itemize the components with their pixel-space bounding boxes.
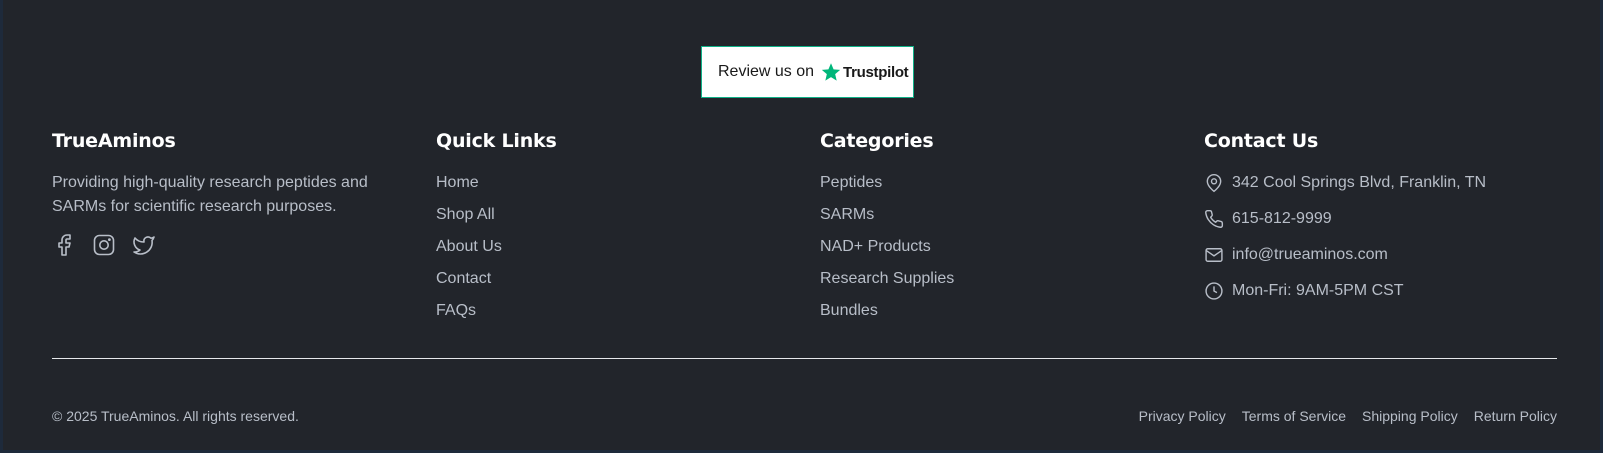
contact-hours-text: Mon-Fri: 9AM-5PM CST xyxy=(1232,282,1404,299)
trustpilot-brand: Trustpilot xyxy=(843,63,909,81)
quick-links-title: Quick Links xyxy=(436,130,557,152)
category-bundles[interactable]: Bundles xyxy=(820,300,954,332)
social-links xyxy=(52,233,392,257)
contact-address: 342 Cool Springs Blvd, Franklin, TN xyxy=(1204,172,1486,208)
map-pin-icon xyxy=(1204,173,1224,193)
quick-link-faqs[interactable]: FAQs xyxy=(436,300,557,332)
instagram-icon[interactable] xyxy=(92,233,116,257)
quick-link-shop-all[interactable]: Shop All xyxy=(436,204,557,236)
category-research-supplies[interactable]: Research Supplies xyxy=(820,268,954,300)
category-nad-products[interactable]: NAD+ Products xyxy=(820,236,954,268)
site-footer: Review us on Trustpilot TrueAminos Provi… xyxy=(3,0,1600,450)
trustpilot-prefix: Review us on xyxy=(718,63,815,80)
contact-email[interactable]: info@trueaminos.com xyxy=(1204,244,1486,280)
quick-links-list: Home Shop All About Us Contact FAQs xyxy=(436,172,557,332)
contact-title: Contact Us xyxy=(1204,130,1319,152)
shipping-policy-link[interactable]: Shipping Policy xyxy=(1362,408,1458,424)
quick-link-home[interactable]: Home xyxy=(436,172,557,204)
quick-link-about-us[interactable]: About Us xyxy=(436,236,557,268)
return-policy-link[interactable]: Return Policy xyxy=(1474,408,1557,424)
privacy-policy-link[interactable]: Privacy Policy xyxy=(1139,408,1226,424)
contact-phone[interactable]: 615-812-9999 xyxy=(1204,208,1486,244)
quick-link-contact[interactable]: Contact xyxy=(436,268,557,300)
contact-email-text: info@trueaminos.com xyxy=(1232,246,1388,263)
contact-address-text: 342 Cool Springs Blvd, Franklin, TN xyxy=(1232,174,1487,191)
terms-of-service-link[interactable]: Terms of Service xyxy=(1242,408,1346,424)
quick-links-column: Quick Links Home Shop All About Us Conta… xyxy=(436,130,557,332)
contact-phone-text: 615-812-9999 xyxy=(1232,210,1332,227)
mail-icon xyxy=(1204,245,1224,265)
contact-hours: Mon-Fri: 9AM-5PM CST xyxy=(1204,280,1486,316)
clock-icon xyxy=(1204,281,1224,301)
legal-links: Privacy Policy Terms of Service Shipping… xyxy=(1139,408,1557,424)
categories-column: Categories Peptides SARMs NAD+ Products … xyxy=(820,130,954,332)
category-peptides[interactable]: Peptides xyxy=(820,172,954,204)
brand-name: TrueAminos xyxy=(52,130,176,152)
categories-list: Peptides SARMs NAD+ Products Research Su… xyxy=(820,172,954,332)
phone-icon xyxy=(1204,209,1224,229)
copyright: © 2025 TrueAminos. All rights reserved. xyxy=(52,408,299,424)
trustpilot-star-icon xyxy=(821,62,841,82)
twitter-icon[interactable] xyxy=(132,233,156,257)
categories-title: Categories xyxy=(820,130,934,152)
trustpilot-widget: Review us on Trustpilot xyxy=(701,46,914,98)
category-sarms[interactable]: SARMs xyxy=(820,204,954,236)
trustpilot-review-button[interactable]: Review us on Trustpilot xyxy=(701,46,914,98)
footer-divider xyxy=(52,358,1557,359)
brand-column: TrueAminos Providing high-quality resear… xyxy=(52,130,392,257)
contact-list: 342 Cool Springs Blvd, Franklin, TN 615-… xyxy=(1204,172,1486,316)
brand-description: Providing high-quality research peptides… xyxy=(52,174,368,215)
contact-column: Contact Us 342 Cool Springs Blvd, Frankl… xyxy=(1204,130,1486,316)
facebook-icon[interactable] xyxy=(52,233,76,257)
